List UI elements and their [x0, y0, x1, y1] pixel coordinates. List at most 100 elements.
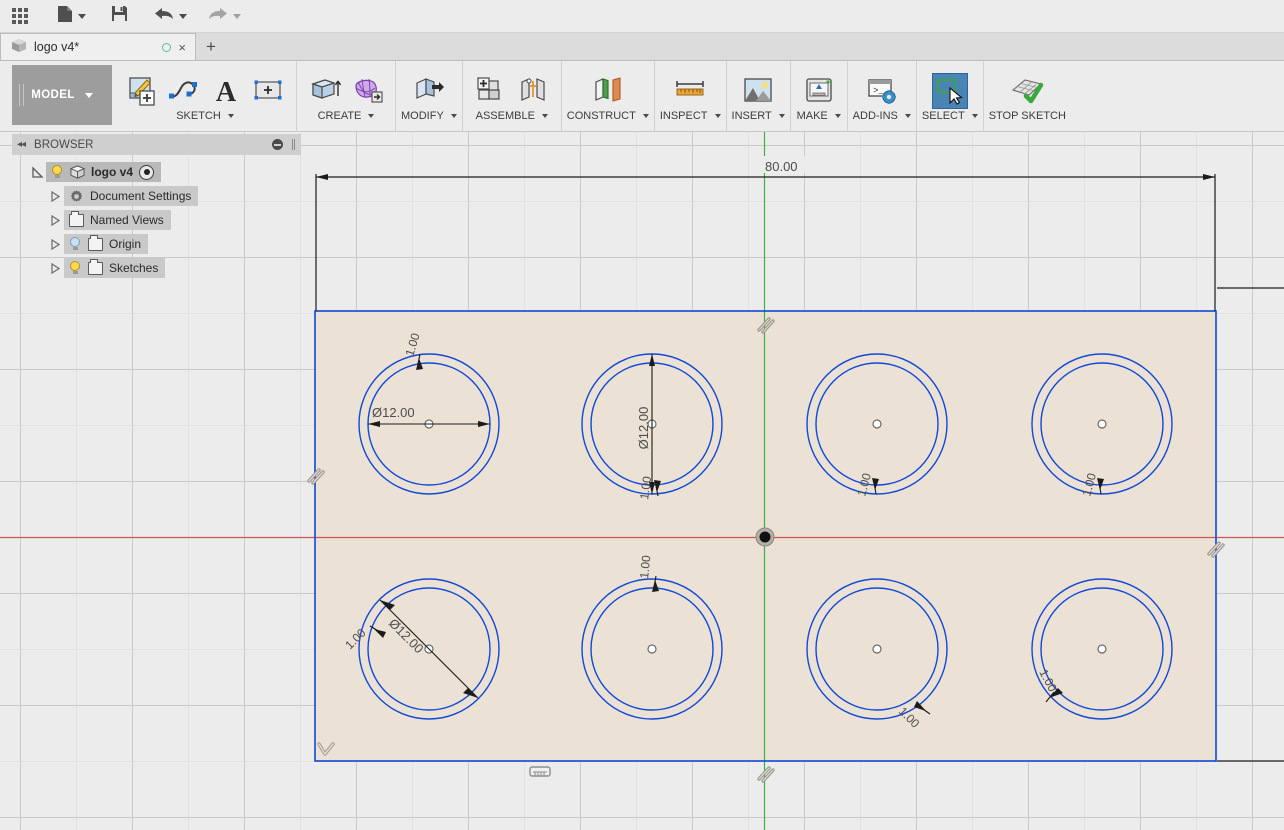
insert-sketch-tool[interactable] — [251, 74, 285, 108]
chevron-down-icon — [541, 114, 548, 118]
offset-dimension-text-6[interactable]: 1.00 — [637, 554, 653, 579]
panel-label-addins[interactable]: ADD-INS — [853, 110, 911, 122]
chevron-down-icon — [84, 92, 93, 98]
tree-node-root[interactable]: logo v4 — [28, 160, 309, 184]
tree-node-named-views[interactable]: Named Views — [28, 208, 309, 232]
insert-image-tool[interactable] — [741, 74, 775, 108]
panel-label-construct[interactable]: CONSTRUCT — [567, 110, 649, 122]
diameter-dimension-text-2[interactable]: Ø12.00 — [636, 407, 651, 450]
undo-icon — [153, 5, 175, 28]
panel-assemble: ASSEMBLE — [463, 61, 562, 131]
chevron-down-icon — [368, 114, 375, 118]
quick-access-toolbar — [0, 0, 1284, 33]
close-tab-icon[interactable]: × — [178, 41, 186, 54]
create-sketch-tool[interactable] — [125, 74, 159, 108]
document-tab[interactable]: logo v4* × — [0, 33, 196, 60]
extrude-tool[interactable] — [308, 74, 342, 108]
spline-tool[interactable] — [167, 74, 201, 108]
tree-item-label: Origin — [109, 237, 142, 251]
visibility-bulb-icon[interactable] — [69, 261, 82, 275]
new-document-button[interactable] — [52, 3, 90, 29]
arrow-left-icon — [316, 174, 328, 180]
folder-icon — [88, 258, 103, 275]
grid-icon — [12, 8, 28, 24]
panel-make: MAKE — [791, 61, 848, 131]
tree-item-document-settings[interactable]: Document Settings — [64, 186, 199, 206]
text-tool[interactable]: A — [209, 74, 243, 108]
panel-select: SELECT — [917, 61, 984, 131]
chevron-down-icon — [78, 13, 86, 19]
panel-insert: INSERT — [727, 61, 791, 131]
panel-modify: MODIFY — [396, 61, 463, 131]
expand-arrow-icon[interactable] — [46, 214, 64, 226]
browser-tree: logo v4 Document Settings Named Views Or… — [0, 160, 309, 280]
panel-label-sketch[interactable]: SKETCH — [176, 110, 234, 122]
tree-item-label: Named Views — [90, 213, 164, 227]
3d-print-tool[interactable] — [802, 74, 836, 108]
tree-node-sketches[interactable]: Sketches — [28, 256, 309, 280]
overall-dimension[interactable]: 80.00 — [315, 156, 1216, 311]
panel-label-create[interactable]: CREATE — [318, 110, 375, 122]
tree-node-document-settings[interactable]: Document Settings — [28, 184, 309, 208]
expand-arrow-icon[interactable] — [46, 238, 64, 250]
scripts-and-addins-tool[interactable]: >_ — [865, 74, 899, 108]
panel-label-inspect[interactable]: INSPECT — [660, 110, 721, 122]
panel-sketch: A SKETCH — [114, 61, 297, 131]
tree-item-logo-v4[interactable]: logo v4 — [46, 162, 162, 182]
chevron-down-icon — [834, 114, 841, 118]
joint-tool[interactable] — [516, 74, 550, 108]
drag-grip-icon[interactable] — [292, 139, 295, 150]
create-form-tool[interactable] — [350, 74, 384, 108]
tree-item-named-views[interactable]: Named Views — [64, 210, 171, 230]
expand-arrow-icon[interactable] — [46, 262, 64, 274]
ribbon-toolbar: MODEL A SKETCH CREATE MODIFY ASSEMBLE CO… — [0, 61, 1284, 132]
panel-label-assemble[interactable]: ASSEMBLE — [476, 110, 548, 122]
browser-header[interactable]: ◂◂ BROWSER — [12, 134, 301, 155]
workspace-selector[interactable]: MODEL — [12, 65, 112, 125]
app-grid-button[interactable] — [8, 3, 32, 29]
origin-point[interactable] — [755, 527, 775, 547]
browser-title: BROWSER — [34, 138, 94, 151]
expand-arrow-icon[interactable] — [46, 190, 64, 202]
tree-item-origin[interactable]: Origin — [64, 234, 149, 254]
file-icon — [56, 4, 74, 29]
redo-button[interactable] — [203, 3, 245, 29]
panel-label-make[interactable]: MAKE — [797, 110, 841, 122]
tree-item-label: Document Settings — [90, 189, 192, 203]
redo-icon — [207, 5, 229, 28]
visibility-bulb-icon[interactable] — [51, 165, 64, 179]
overall-dimension-text[interactable]: 80.00 — [765, 159, 798, 174]
document-tab-bar: logo v4* × + — [0, 33, 1284, 61]
document-tab-title: logo v4* — [34, 40, 80, 54]
activate-component-radio[interactable] — [139, 164, 155, 180]
panel-label-select[interactable]: SELECT — [922, 110, 978, 122]
new-tab-button[interactable]: + — [196, 33, 226, 60]
collapse-icon[interactable]: ◂◂ — [17, 139, 26, 150]
save-icon — [110, 4, 129, 28]
panel-inspect: INSPECT — [655, 61, 727, 131]
panel-construct: CONSTRUCT — [562, 61, 655, 131]
tree-item-sketches[interactable]: Sketches — [64, 258, 166, 278]
minimize-icon[interactable] — [272, 139, 283, 150]
chevron-down-icon — [904, 114, 911, 118]
expand-arrow-icon[interactable] — [28, 165, 46, 179]
undo-button[interactable] — [149, 3, 191, 29]
tree-node-origin[interactable]: Origin — [28, 232, 309, 256]
chevron-down-icon — [233, 13, 241, 19]
panel-label-insert[interactable]: INSERT — [732, 110, 785, 122]
new-component-tool[interactable] — [474, 74, 508, 108]
visibility-bulb-icon[interactable] — [69, 237, 82, 251]
fix-constraint-icon[interactable] — [529, 766, 551, 777]
offset-plane-tool[interactable] — [591, 74, 625, 108]
folder-icon — [69, 210, 84, 227]
measure-tool[interactable] — [673, 74, 707, 108]
press-pull-tool[interactable] — [412, 74, 446, 108]
select-tool[interactable] — [931, 73, 968, 109]
stop-sketch-tool[interactable] — [1010, 74, 1044, 108]
parallel-constraint-bottom-icon[interactable] — [757, 766, 775, 783]
panel-label-stop-sketch[interactable]: STOP SKETCH — [989, 110, 1066, 122]
chevron-down-icon — [227, 114, 234, 118]
diameter-dimension-text-1[interactable]: Ø12.00 — [372, 405, 415, 420]
save-button[interactable] — [106, 3, 133, 29]
panel-label-modify[interactable]: MODIFY — [401, 110, 457, 122]
